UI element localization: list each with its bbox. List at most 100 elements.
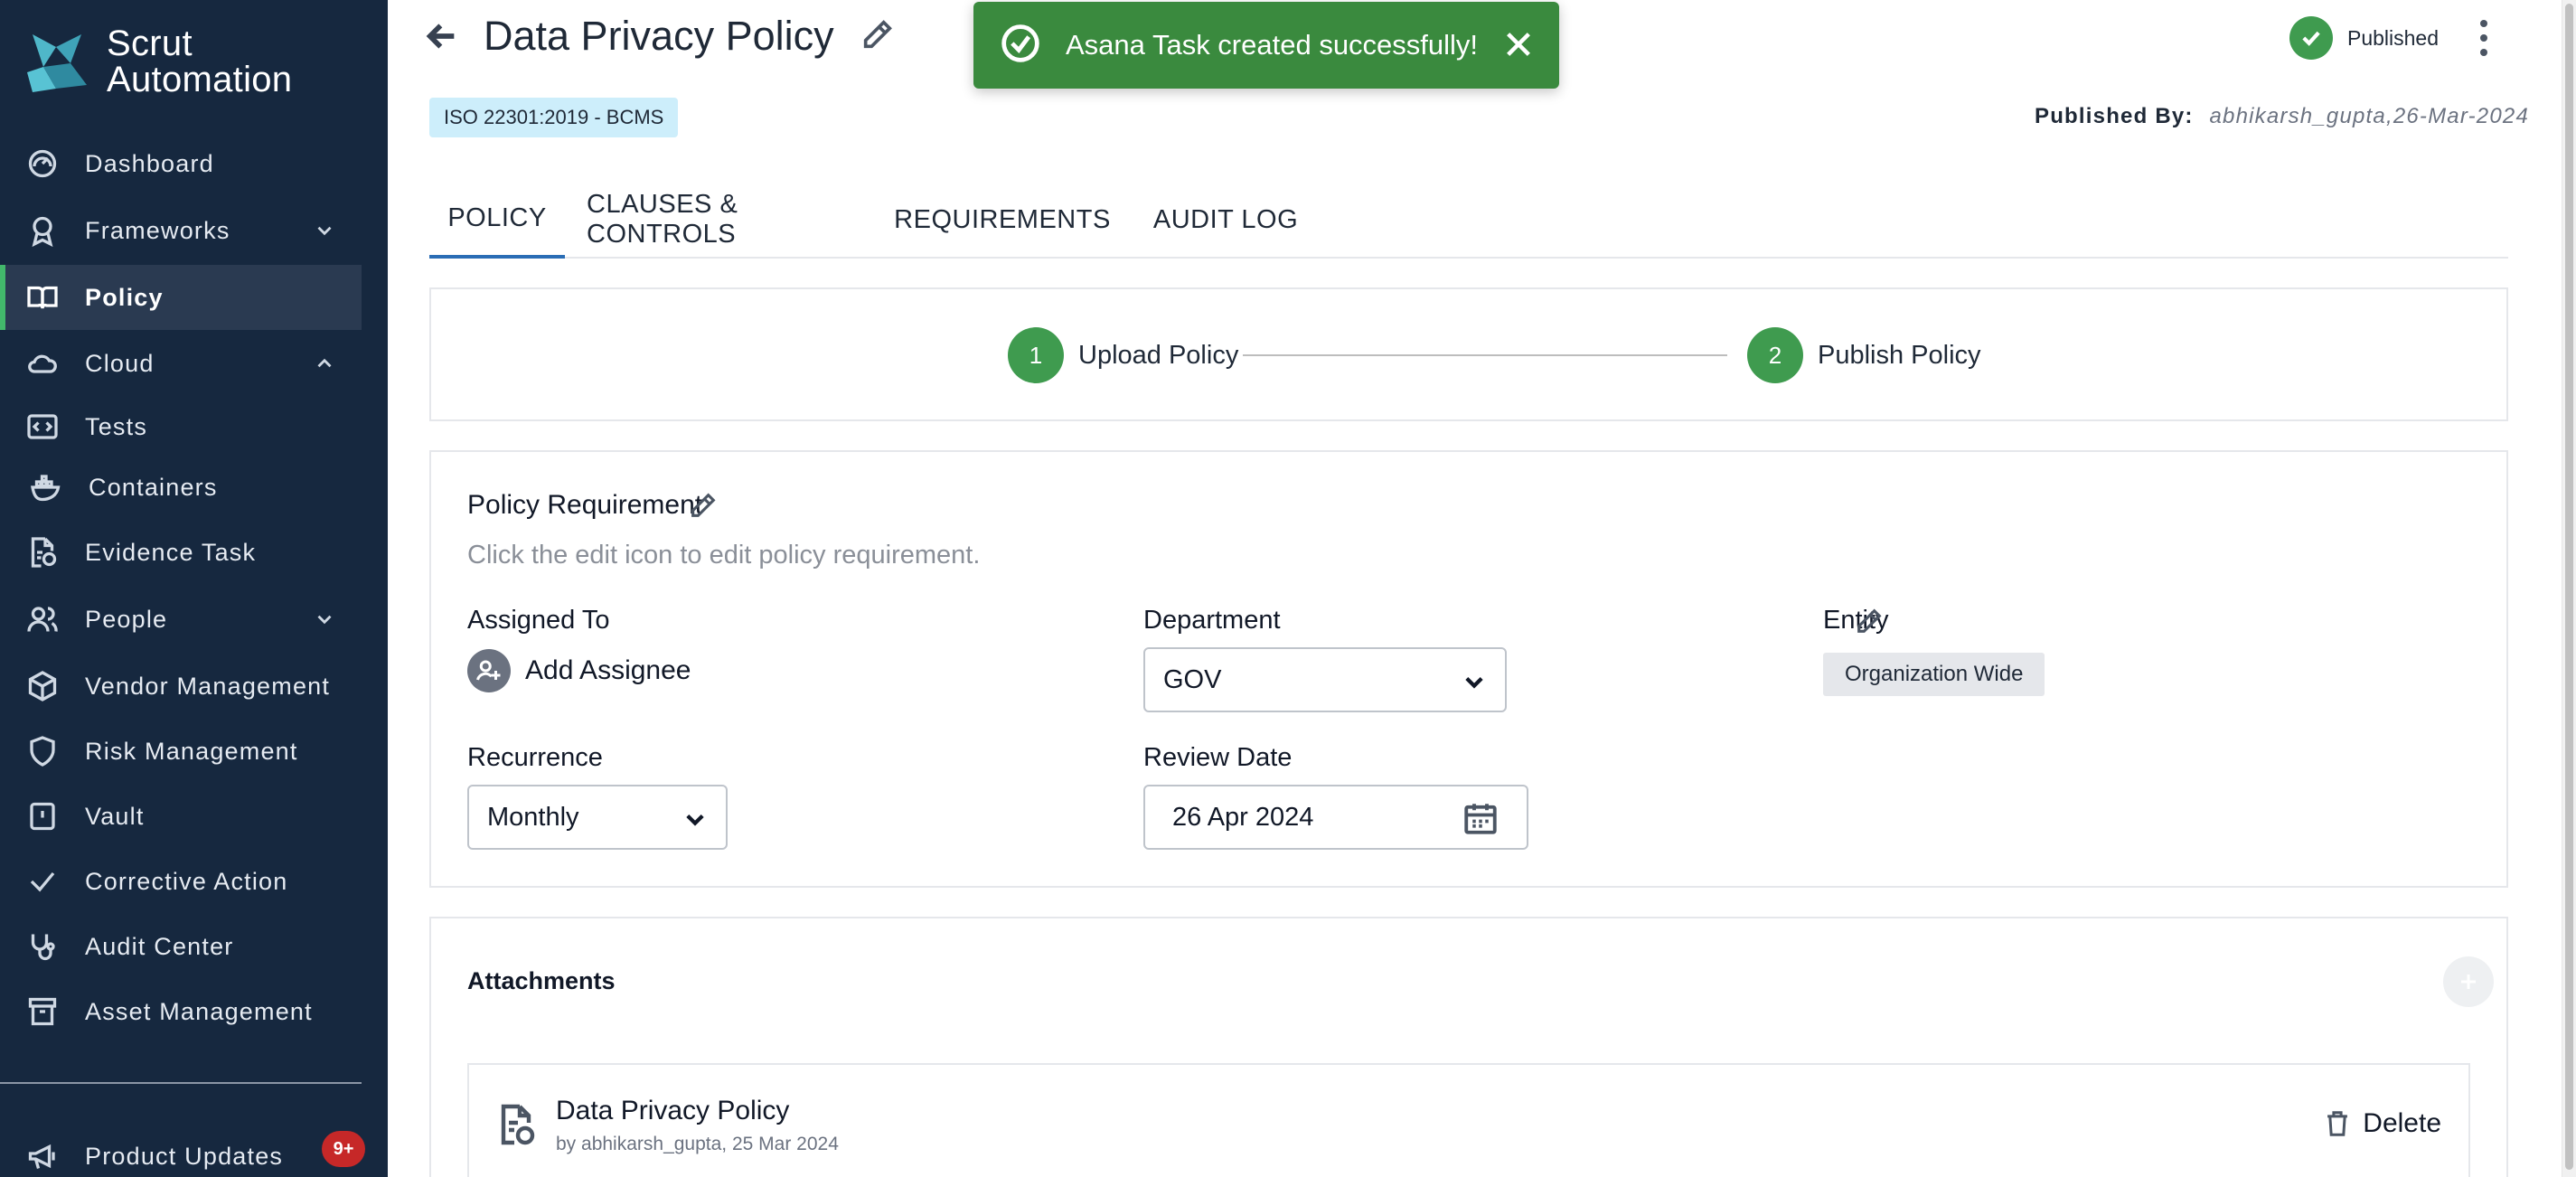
- book-icon: [25, 280, 60, 315]
- sidebar-item-label: Containers: [89, 473, 218, 501]
- edit-entity-button[interactable]: [1854, 606, 1886, 638]
- archive-icon: [25, 994, 60, 1029]
- department-select[interactable]: GOV: [1143, 647, 1507, 712]
- chevron-up-icon: [313, 352, 336, 375]
- section-title: Attachments: [467, 967, 616, 994]
- sidebar-item-label: Dashboard: [85, 149, 214, 177]
- recurrence-select[interactable]: Monthly: [467, 785, 728, 850]
- attachment-name[interactable]: Data Privacy Policy: [556, 1096, 789, 1126]
- recurrence-label: Recurrence: [467, 743, 603, 772]
- edit-requirement-button[interactable]: [688, 490, 720, 523]
- status-indicator: Published: [2289, 16, 2439, 60]
- tab-clauses-controls[interactable]: CLAUSES & CONTROLS: [587, 181, 863, 259]
- pencil-icon: [863, 20, 892, 49]
- chevron-down-icon: [313, 219, 336, 242]
- vault-icon: [25, 799, 60, 833]
- sidebar-item-cloud[interactable]: Cloud: [0, 331, 362, 396]
- sidebar-item-vault[interactable]: Vault: [0, 784, 362, 849]
- assigned-to-label: Assigned To: [467, 606, 610, 635]
- scrut-logo-icon: [27, 34, 87, 92]
- tab-policy[interactable]: POLICY: [429, 181, 565, 259]
- published-by: Published By: abhikarsh_gupta,26-Mar-202…: [2035, 104, 2529, 129]
- trash-icon: [2327, 1111, 2348, 1136]
- sidebar-item-evidence-task[interactable]: Evidence Task: [0, 520, 362, 585]
- arrow-left-icon: [426, 24, 455, 49]
- sidebar-item-label: Product Updates: [85, 1142, 284, 1170]
- more-options-button[interactable]: [2475, 20, 2493, 56]
- sidebar-item-label: Frameworks: [85, 216, 230, 244]
- sidebar-item-corrective-action[interactable]: Corrective Action: [0, 849, 362, 914]
- add-assignee-button[interactable]: Add Assignee: [467, 649, 691, 692]
- sidebar-item-label: People: [85, 605, 168, 633]
- step-number: 1: [1008, 327, 1064, 383]
- status-label: Published: [2347, 25, 2440, 50]
- sidebar-item-label: Vendor Management: [85, 672, 331, 700]
- attachments-card: Attachments Data Privacy Policy by abhik…: [429, 917, 2508, 1177]
- sidebar-item-policy[interactable]: Policy: [0, 265, 362, 330]
- success-toast: Asana Task created successfully!: [973, 2, 1559, 89]
- calendar-icon[interactable]: [1462, 799, 1501, 839]
- sidebar-item-label: Tests: [85, 412, 148, 440]
- stepper-card: 1 Upload Policy 2 Publish Policy: [429, 287, 2508, 421]
- review-date-label: Review Date: [1143, 743, 1293, 772]
- check-icon: [25, 864, 60, 899]
- vertical-scrollbar[interactable]: [2562, 0, 2576, 1177]
- sidebar-item-people[interactable]: People: [0, 587, 362, 652]
- add-attachment-button[interactable]: [2443, 956, 2494, 1007]
- department-label: Department: [1143, 606, 1281, 635]
- award-icon: [25, 213, 60, 248]
- edit-title-button[interactable]: [860, 16, 899, 56]
- megaphone-icon: [25, 1139, 60, 1173]
- attachment-item: Data Privacy Policy by abhikarsh_gupta, …: [467, 1063, 2470, 1177]
- sidebar-item-dashboard[interactable]: Dashboard: [0, 131, 362, 196]
- pencil-icon: [691, 493, 716, 517]
- tab-requirements[interactable]: REQUIREMENTS: [888, 181, 1116, 259]
- framework-tag: ISO 22301:2019 - BCMS: [429, 98, 679, 137]
- sidebar-item-tests[interactable]: Tests: [0, 394, 362, 459]
- department-value: GOV: [1163, 664, 1222, 694]
- shield-icon: [25, 734, 60, 768]
- recurrence-value: Monthly: [487, 802, 579, 832]
- close-toast-button[interactable]: [1503, 29, 1536, 61]
- file-icon: [496, 1103, 536, 1146]
- published-by-label: Published By:: [2034, 104, 2194, 128]
- sidebar-item-risk-management[interactable]: Risk Management: [0, 719, 362, 784]
- box-icon: [25, 669, 60, 703]
- sidebar-item-vendor-management[interactable]: Vendor Management: [0, 654, 362, 719]
- chevron-down-icon: [682, 806, 708, 832]
- sidebar-item-containers[interactable]: Containers: [0, 455, 362, 520]
- scrollbar-thumb[interactable]: [2565, 4, 2573, 1170]
- close-icon: [1507, 33, 1530, 56]
- docker-icon: [29, 470, 63, 504]
- sidebar-item-label: Policy: [85, 283, 164, 311]
- brand-name-line2: Automation: [107, 60, 293, 99]
- sidebar-item-label: Cloud: [85, 349, 155, 377]
- chevron-down-icon: [313, 607, 336, 631]
- sidebar-item-label: Asset Management: [85, 997, 313, 1025]
- check-circle-icon: [1001, 24, 1040, 68]
- back-button[interactable]: [424, 18, 464, 58]
- sidebar: Scrut Automation Dashboard Frameworks Po…: [0, 0, 388, 1177]
- sidebar-item-asset-management[interactable]: Asset Management: [0, 979, 362, 1044]
- cloud-icon: [25, 346, 60, 381]
- sidebar-item-product-updates[interactable]: Product Updates: [0, 1124, 362, 1177]
- chevron-down-icon: [1462, 669, 1487, 694]
- sidebar-item-audit-center[interactable]: Audit Center: [0, 914, 362, 979]
- sidebar-item-frameworks[interactable]: Frameworks: [0, 198, 362, 263]
- delete-attachment-button[interactable]: Delete: [2325, 1108, 2441, 1139]
- plus-icon: [2461, 975, 2476, 989]
- tab-bar: POLICY CLAUSES & CONTROLS REQUIREMENTS A…: [429, 181, 2508, 259]
- pencil-icon: [1857, 608, 1882, 633]
- toast-message: Asana Task created successfully!: [1066, 29, 1479, 61]
- sidebar-item-label: Corrective Action: [85, 867, 288, 895]
- section-title: Policy Requirement: [467, 490, 703, 520]
- attachment-meta: by abhikarsh_gupta, 25 Mar 2024: [556, 1134, 839, 1154]
- requirement-hint: Click the edit icon to edit policy requi…: [467, 541, 981, 570]
- step-publish-policy: 2 Publish Policy: [1747, 327, 1981, 383]
- tab-audit-log[interactable]: AUDIT LOG: [1142, 181, 1310, 259]
- review-date-input[interactable]: 26 Apr 2024: [1143, 785, 1528, 850]
- brand-name-line1: Scrut: [107, 24, 193, 63]
- brand-logo[interactable]: Scrut Automation: [24, 25, 292, 98]
- main-content: Data Privacy Policy ISO 22301:2019 - BCM…: [388, 0, 2576, 1177]
- sidebar-item-label: Evidence Task: [85, 538, 257, 566]
